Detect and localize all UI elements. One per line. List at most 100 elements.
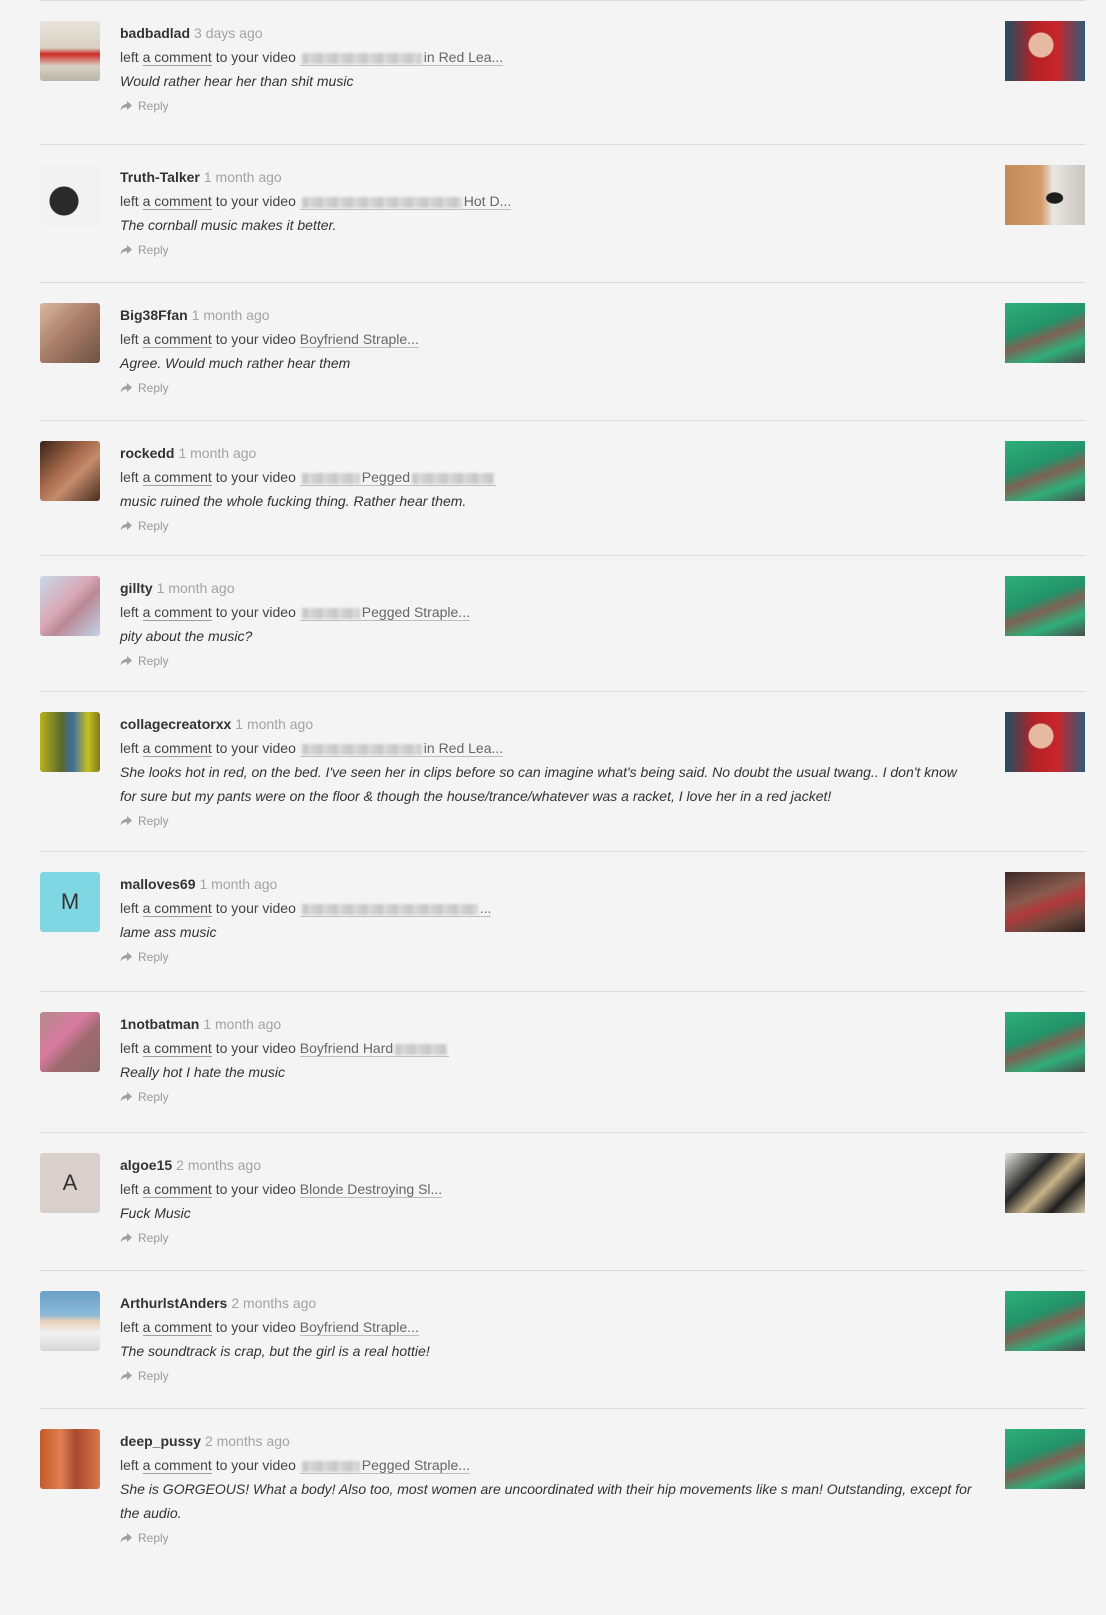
username-link[interactable]: algoe15 (120, 1157, 172, 1173)
username-link[interactable]: Truth-Talker (120, 169, 200, 185)
video-title-link[interactable]: in Red Lea... (299, 740, 504, 757)
username-link[interactable]: badbadlad (120, 25, 190, 41)
video-title-link[interactable]: Pegged (299, 469, 497, 486)
comment-link[interactable]: a comment (142, 331, 212, 348)
video-title-text: Pegged Straple... (361, 1457, 470, 1473)
comment-link[interactable]: a comment (142, 469, 212, 486)
reply-label: Reply (138, 950, 169, 964)
video-thumbnail[interactable] (1005, 21, 1085, 81)
video-title-link[interactable]: Pegged Straple... (299, 1457, 470, 1474)
reply-label: Reply (138, 381, 169, 395)
comment-item: rockedd 1 month ago left a comment to you… (40, 420, 1085, 555)
reply-button[interactable]: Reply (120, 651, 975, 671)
comment-link[interactable]: a comment (142, 900, 212, 917)
video-title-link[interactable]: Hot D... (299, 193, 512, 210)
video-thumbnail[interactable] (1005, 165, 1085, 225)
comment-link[interactable]: a comment (142, 604, 212, 621)
reply-button[interactable]: Reply (120, 811, 975, 831)
user-avatar[interactable] (40, 1429, 100, 1489)
avatar-letter: M (60, 889, 80, 914)
reply-label: Reply (138, 99, 169, 113)
reply-button[interactable]: Reply (120, 378, 975, 398)
video-thumbnail[interactable] (1005, 1429, 1085, 1489)
user-avatar[interactable] (40, 1012, 100, 1072)
redacted-title-blur (301, 52, 422, 64)
video-title-text: Blonde Destroying Sl... (299, 1181, 443, 1197)
left-text: left (120, 331, 139, 347)
comment-text: She is GORGEOUS! What a body! Also too, … (120, 1481, 972, 1521)
reply-arrow-icon (120, 1092, 132, 1102)
username-link[interactable]: ArthurlstAnders (120, 1295, 227, 1311)
video-title-text: Boyfriend Straple... (299, 331, 419, 347)
video-thumbnail[interactable] (1005, 1291, 1085, 1351)
user-avatar[interactable] (40, 576, 100, 636)
video-title-text: ... (479, 900, 492, 916)
reply-label: Reply (138, 1369, 169, 1383)
video-title-link[interactable]: Boyfriend Hard (299, 1040, 450, 1057)
comment-item: Big38Ffan 1 month ago left a comment to y… (40, 282, 1085, 420)
user-avatar[interactable] (40, 1291, 100, 1351)
reply-button[interactable]: Reply (120, 1528, 975, 1548)
avatar-letter: A (62, 1170, 78, 1195)
reply-button[interactable]: Reply (120, 947, 975, 967)
reply-button[interactable]: Reply (120, 96, 975, 116)
video-thumbnail[interactable] (1005, 712, 1085, 772)
username-link[interactable]: gillty (120, 580, 153, 596)
comment-text: Really hot I hate the music (120, 1064, 285, 1080)
comment-item: 1notbatman 1 month ago left a comment to … (40, 991, 1085, 1132)
comment-link[interactable]: a comment (142, 1181, 212, 1198)
comment-item: gillty 1 month ago left a comment to your… (40, 555, 1085, 691)
user-avatar[interactable] (40, 21, 100, 81)
comment-link[interactable]: a comment (142, 1457, 212, 1474)
video-title-text: Pegged Straple... (361, 604, 470, 620)
video-title-link[interactable]: Boyfriend Straple... (299, 331, 419, 348)
video-title-link[interactable]: ... (299, 900, 492, 917)
video-thumbnail[interactable] (1005, 1153, 1085, 1213)
reply-button[interactable]: Reply (120, 240, 975, 260)
video-title-link[interactable]: in Red Lea... (299, 49, 504, 66)
user-avatar[interactable] (40, 303, 100, 363)
username-link[interactable]: 1notbatman (120, 1016, 199, 1032)
comment-link[interactable]: a comment (142, 740, 212, 757)
reply-button[interactable]: Reply (120, 1366, 975, 1386)
comment-link[interactable]: a comment (142, 49, 212, 66)
comment-link[interactable]: a comment (142, 1319, 212, 1336)
video-title-link[interactable]: Blonde Destroying Sl... (299, 1181, 443, 1198)
username-link[interactable]: deep_pussy (120, 1433, 201, 1449)
video-thumbnail[interactable] (1005, 1012, 1085, 1072)
timestamp: 1 month ago (178, 445, 257, 461)
comment-text: Would rather hear her than shit music (120, 73, 354, 89)
comment-link[interactable]: a comment (142, 193, 212, 210)
user-avatar[interactable] (40, 441, 100, 501)
video-title-text: Pegged (361, 469, 411, 485)
video-title-link[interactable]: Pegged Straple... (299, 604, 470, 621)
video-thumbnail[interactable] (1005, 441, 1085, 501)
comment-item: Truth-Talker 1 month ago left a comment t… (40, 144, 1085, 282)
video-title-text: Boyfriend Straple... (299, 1319, 419, 1335)
username-link[interactable]: malloves69 (120, 876, 196, 892)
video-thumbnail[interactable] (1005, 576, 1085, 636)
reply-label: Reply (138, 1231, 169, 1245)
user-avatar[interactable] (40, 165, 100, 225)
user-avatar[interactable]: A (40, 1153, 100, 1213)
reply-button[interactable]: Reply (120, 516, 975, 536)
reply-button[interactable]: Reply (120, 1228, 975, 1248)
timestamp: 2 months ago (231, 1295, 317, 1311)
timestamp: 2 months ago (176, 1157, 261, 1173)
user-avatar[interactable]: M (40, 872, 100, 932)
video-thumbnail[interactable] (1005, 303, 1085, 363)
username-link[interactable]: Big38Ffan (120, 307, 188, 323)
comment-link[interactable]: a comment (142, 1040, 212, 1057)
video-thumbnail[interactable] (1005, 872, 1085, 932)
username-link[interactable]: collagecreatorxx (120, 716, 231, 732)
comment-text: Agree. Would much rather hear them (120, 355, 351, 371)
comment-text: The soundtrack is crap, but the girl is … (120, 1343, 430, 1359)
video-title-link[interactable]: Boyfriend Straple... (299, 1319, 419, 1336)
username-link[interactable]: rockedd (120, 445, 174, 461)
redacted-title-blur (301, 607, 360, 619)
user-avatar[interactable] (40, 712, 100, 772)
reply-label: Reply (138, 519, 169, 533)
comment-text: lame ass music (120, 924, 217, 940)
reply-button[interactable]: Reply (120, 1087, 975, 1107)
video-title-text: in Red Lea... (423, 49, 504, 65)
